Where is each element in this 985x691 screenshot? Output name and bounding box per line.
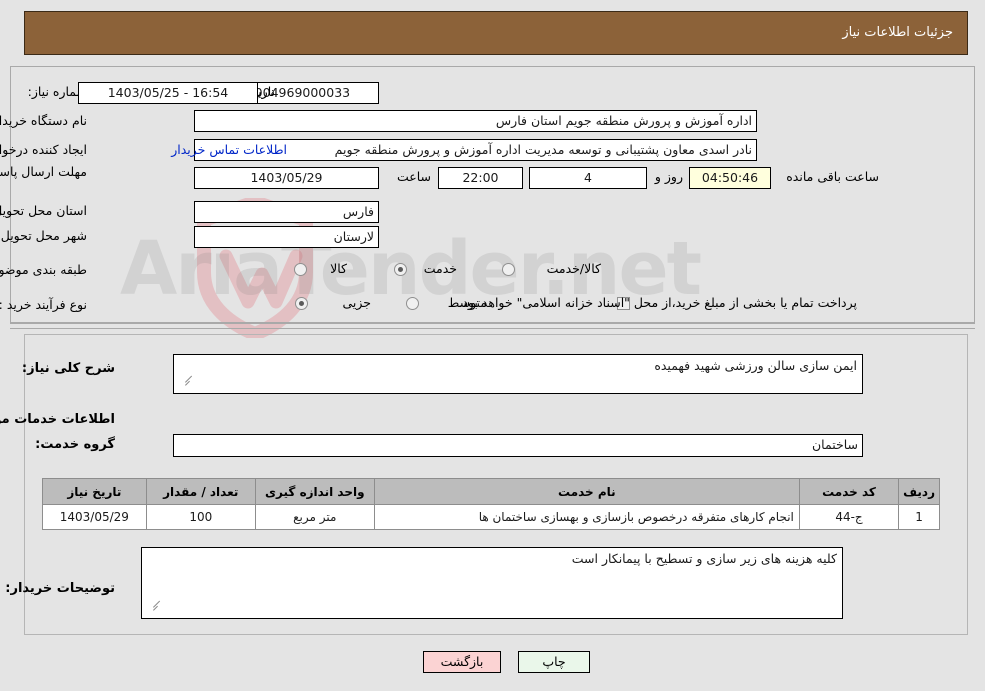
back-button[interactable]: بازگشت (423, 651, 501, 673)
col-quantity: تعداد / مقدار (145, 478, 256, 505)
radio-process-motavaset[interactable] (406, 297, 419, 310)
general-description-value: ایمن سازی سالن ورزشی شهید فهمیده (654, 358, 857, 373)
service-group-value[interactable]: ساختمان (173, 434, 863, 457)
remaining-days-unit: روز و (654, 169, 683, 184)
cell-unit: متر مربع (254, 504, 375, 530)
general-description-textarea[interactable]: ایمن سازی سالن ورزشی شهید فهمیده (173, 354, 863, 394)
print-button[interactable]: چاپ (518, 651, 590, 673)
buyer-notes-value: کلیه هزینه های زیر سازی و تسطیح با پیمان… (571, 551, 837, 566)
page-title: جزئیات اطلاعات نیاز (842, 25, 953, 40)
col-service-name: نام خدمت (373, 478, 800, 505)
deadline-date-value[interactable]: 1403/05/29 (194, 167, 379, 189)
buyer-notes-textarea[interactable]: کلیه هزینه های زیر سازی و تسطیح با پیمان… (141, 547, 843, 619)
cell-service-name: انجام کارهای متفرقه درخصوص بازسازی و بهس… (373, 504, 800, 530)
divider-top-2 (10, 328, 975, 329)
resize-grip-icon-2[interactable] (144, 600, 161, 617)
need-summary-panel (10, 66, 975, 323)
radio-process-jozii-label: جزیی (342, 295, 371, 310)
col-unit: واحد اندازه گیری (254, 478, 375, 505)
islamic-treasury-text: پرداخت تمام یا بخشی از مبلغ خرید،از محل … (458, 295, 857, 310)
buyer-organization-label: نام دستگاه خریدار: (0, 113, 87, 128)
buyer-organization-value[interactable]: اداره آموزش و پرورش منطقه جویم استان فار… (194, 110, 757, 132)
cell-quantity: 100 (145, 504, 256, 530)
remaining-time-countdown: 04:50:46 (689, 167, 771, 189)
remaining-days-value[interactable]: 4 (529, 167, 647, 189)
service-group-label: گروه خدمت: (35, 437, 115, 452)
services-section-title: اطلاعات خدمات مورد نیاز (0, 412, 115, 427)
deadline-hour-value[interactable]: 22:00 (438, 167, 523, 189)
buyer-contact-link[interactable]: اطلاعات تماس خریدار (171, 142, 287, 157)
delivery-province-value[interactable]: فارس (194, 201, 379, 223)
radio-category-khedmat[interactable] (394, 263, 407, 276)
buyer-notes-label: توضیحات خریدار: (5, 581, 115, 596)
request-creator-label: ایجاد کننده درخواست: (0, 142, 87, 157)
delivery-city-value[interactable]: لارستان (194, 226, 379, 248)
cell-need-date: 1403/05/29 (42, 504, 147, 530)
table-header-row: ردیف کد خدمت نام خدمت واحد اندازه گیری ت… (42, 478, 940, 505)
radio-category-kala-khedmat[interactable] (502, 263, 515, 276)
deadline-hour-label: ساعت (396, 169, 431, 184)
page-title-bar: جزئیات اطلاعات نیاز (24, 11, 968, 55)
divider-top (10, 323, 975, 324)
resize-grip-icon[interactable] (176, 375, 193, 392)
radio-category-kala-khedmat-label: کالا/خدمت (546, 261, 601, 276)
radio-category-khedmat-label: خدمت (423, 261, 457, 276)
radio-category-kala[interactable] (294, 263, 307, 276)
table-row[interactable]: 1 ج-44 انجام کارهای متفرقه درخصوص بازساز… (42, 504, 940, 530)
delivery-province-label: استان محل تحویل: (0, 203, 87, 218)
radio-category-kala-label: کالا (330, 261, 347, 276)
page-root: AriaTender.net جزئیات اطلاعات نیاز شماره… (0, 0, 985, 691)
remaining-time-unit: ساعت باقی مانده (786, 169, 879, 184)
subject-category-label: طبقه بندی موضوعی: (0, 262, 87, 277)
announcement-datetime-value[interactable]: 16:54 - 1403/05/25 (78, 82, 258, 104)
general-description-label: شرح کلی نیاز: (21, 361, 115, 376)
services-table: ردیف کد خدمت نام خدمت واحد اندازه گیری ت… (42, 478, 940, 530)
cell-service-code: ج-44 (798, 504, 900, 530)
col-row-no: ردیف (898, 478, 940, 505)
radio-process-jozii[interactable] (295, 297, 308, 310)
col-need-date: تاریخ نیاز (42, 478, 147, 505)
col-service-code: کد خدمت (798, 478, 900, 505)
purchase-process-label: نوع فرآیند خرید : (0, 297, 87, 312)
response-deadline-label: مهلت ارسال پاسخ: تا تاریخ: (0, 164, 87, 179)
delivery-city-label: شهر محل تحویل: (0, 228, 87, 243)
response-deadline-label-text: مهلت ارسال پاسخ: تا تاریخ: (0, 164, 87, 179)
cell-row-no: 1 (898, 504, 940, 530)
